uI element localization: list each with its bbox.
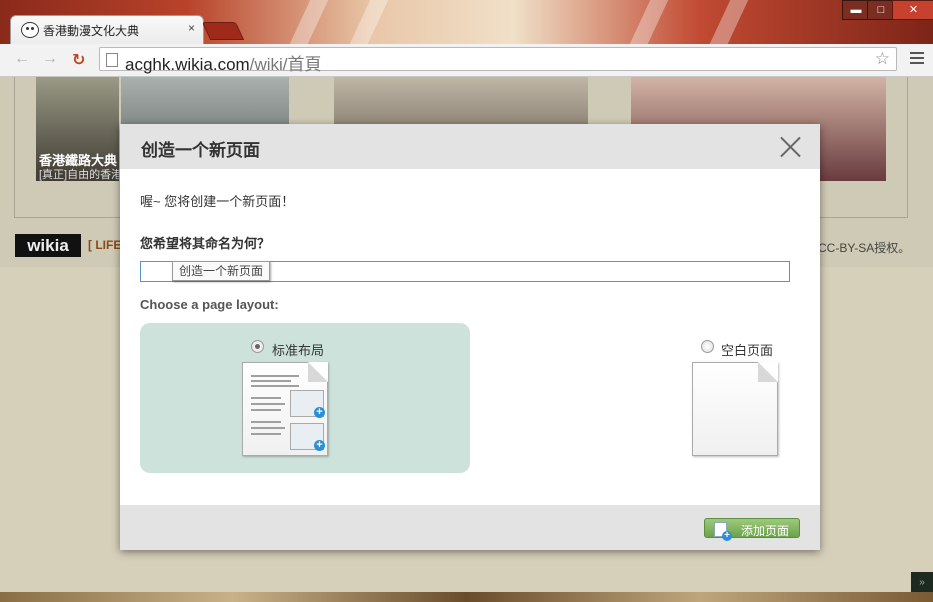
new-tab-button[interactable]: [201, 22, 245, 40]
blank-document-icon: [692, 362, 778, 456]
layout-blank-radio[interactable]: [701, 340, 714, 353]
layout-label: Choose a page layout:: [140, 297, 279, 312]
theme-art-stripe: [289, 0, 329, 44]
close-icon[interactable]: [780, 137, 800, 157]
create-page-dialog: 创造一个新页面 喔~ 您将创建一个新页面！ 您希望将其命名为何？ 创造一个新页面…: [120, 124, 820, 550]
dialog-header: 创造一个新页面: [120, 124, 820, 169]
footer-link[interactable]: [ LIFE: [88, 238, 121, 252]
image-placeholder-icon: +: [290, 423, 325, 451]
layout-standard-radio[interactable]: [251, 340, 264, 353]
scroll-to-top-button[interactable]: »: [911, 572, 933, 594]
dialog-intro: 喔~ 您将创建一个新页面！: [140, 194, 295, 209]
license-text: CC-BY-SA授权。: [818, 241, 911, 255]
theme-art-stripe: [629, 0, 669, 44]
add-page-button-label: 添加页面: [741, 524, 790, 538]
tab-title: 香港動漫文化大典: [43, 24, 140, 38]
forward-arrow-icon[interactable]: →: [42, 50, 58, 68]
add-page-icon: [714, 522, 732, 541]
dialog-footer: 添加页面: [120, 505, 820, 550]
reload-icon[interactable]: ↻: [72, 50, 85, 70]
layout-blank-label: 空白页面: [721, 343, 774, 358]
window-maximize-button[interactable]: □: [867, 0, 895, 20]
site-favicon-icon: [21, 22, 39, 38]
page-icon: [106, 53, 118, 67]
back-arrow-icon[interactable]: ←: [14, 50, 30, 68]
address-bar[interactable]: acghk.wikia.com/wiki/首頁 ☆: [99, 47, 897, 74]
window-titlebar: 香港動漫文化大典 × ▬ □ ✕: [0, 0, 933, 44]
theme-art-stripe: [709, 0, 749, 44]
layout-standard-label: 标准布局: [272, 343, 325, 358]
dialog-title: 创造一个新页面: [141, 141, 260, 160]
add-page-button[interactable]: 添加页面: [704, 518, 800, 541]
video-placeholder-icon: +: [290, 390, 325, 418]
browser-toolbar: ← → ↻ acghk.wikia.com/wiki/首頁 ☆: [0, 44, 933, 77]
address-url: acghk.wikia.com/wiki/首頁: [125, 55, 322, 74]
footer-art-strip: [0, 592, 933, 602]
standard-layout-document-icon: + +: [242, 362, 328, 456]
browser-tab[interactable]: 香港動漫文化大典 ×: [10, 15, 204, 44]
window-close-button[interactable]: ✕: [892, 0, 933, 20]
browser-menu-icon[interactable]: [910, 52, 924, 64]
tab-close-icon[interactable]: ×: [188, 21, 195, 35]
thumbnail-subcaption: [真正]自由的香港: [39, 169, 123, 181]
layout-option-standard[interactable]: 标准布局 + +: [140, 323, 470, 473]
wikia-logo[interactable]: wikia: [15, 234, 81, 257]
theme-art-stripe: [349, 0, 389, 44]
page-name-label: 您希望将其命名为何？: [140, 236, 271, 251]
input-tooltip: 创造一个新页面: [172, 261, 271, 281]
window-minimize-button[interactable]: ▬: [842, 0, 870, 20]
bookmark-star-icon[interactable]: ☆: [875, 49, 890, 69]
layout-option-blank[interactable]: 空白页面: [469, 323, 799, 473]
